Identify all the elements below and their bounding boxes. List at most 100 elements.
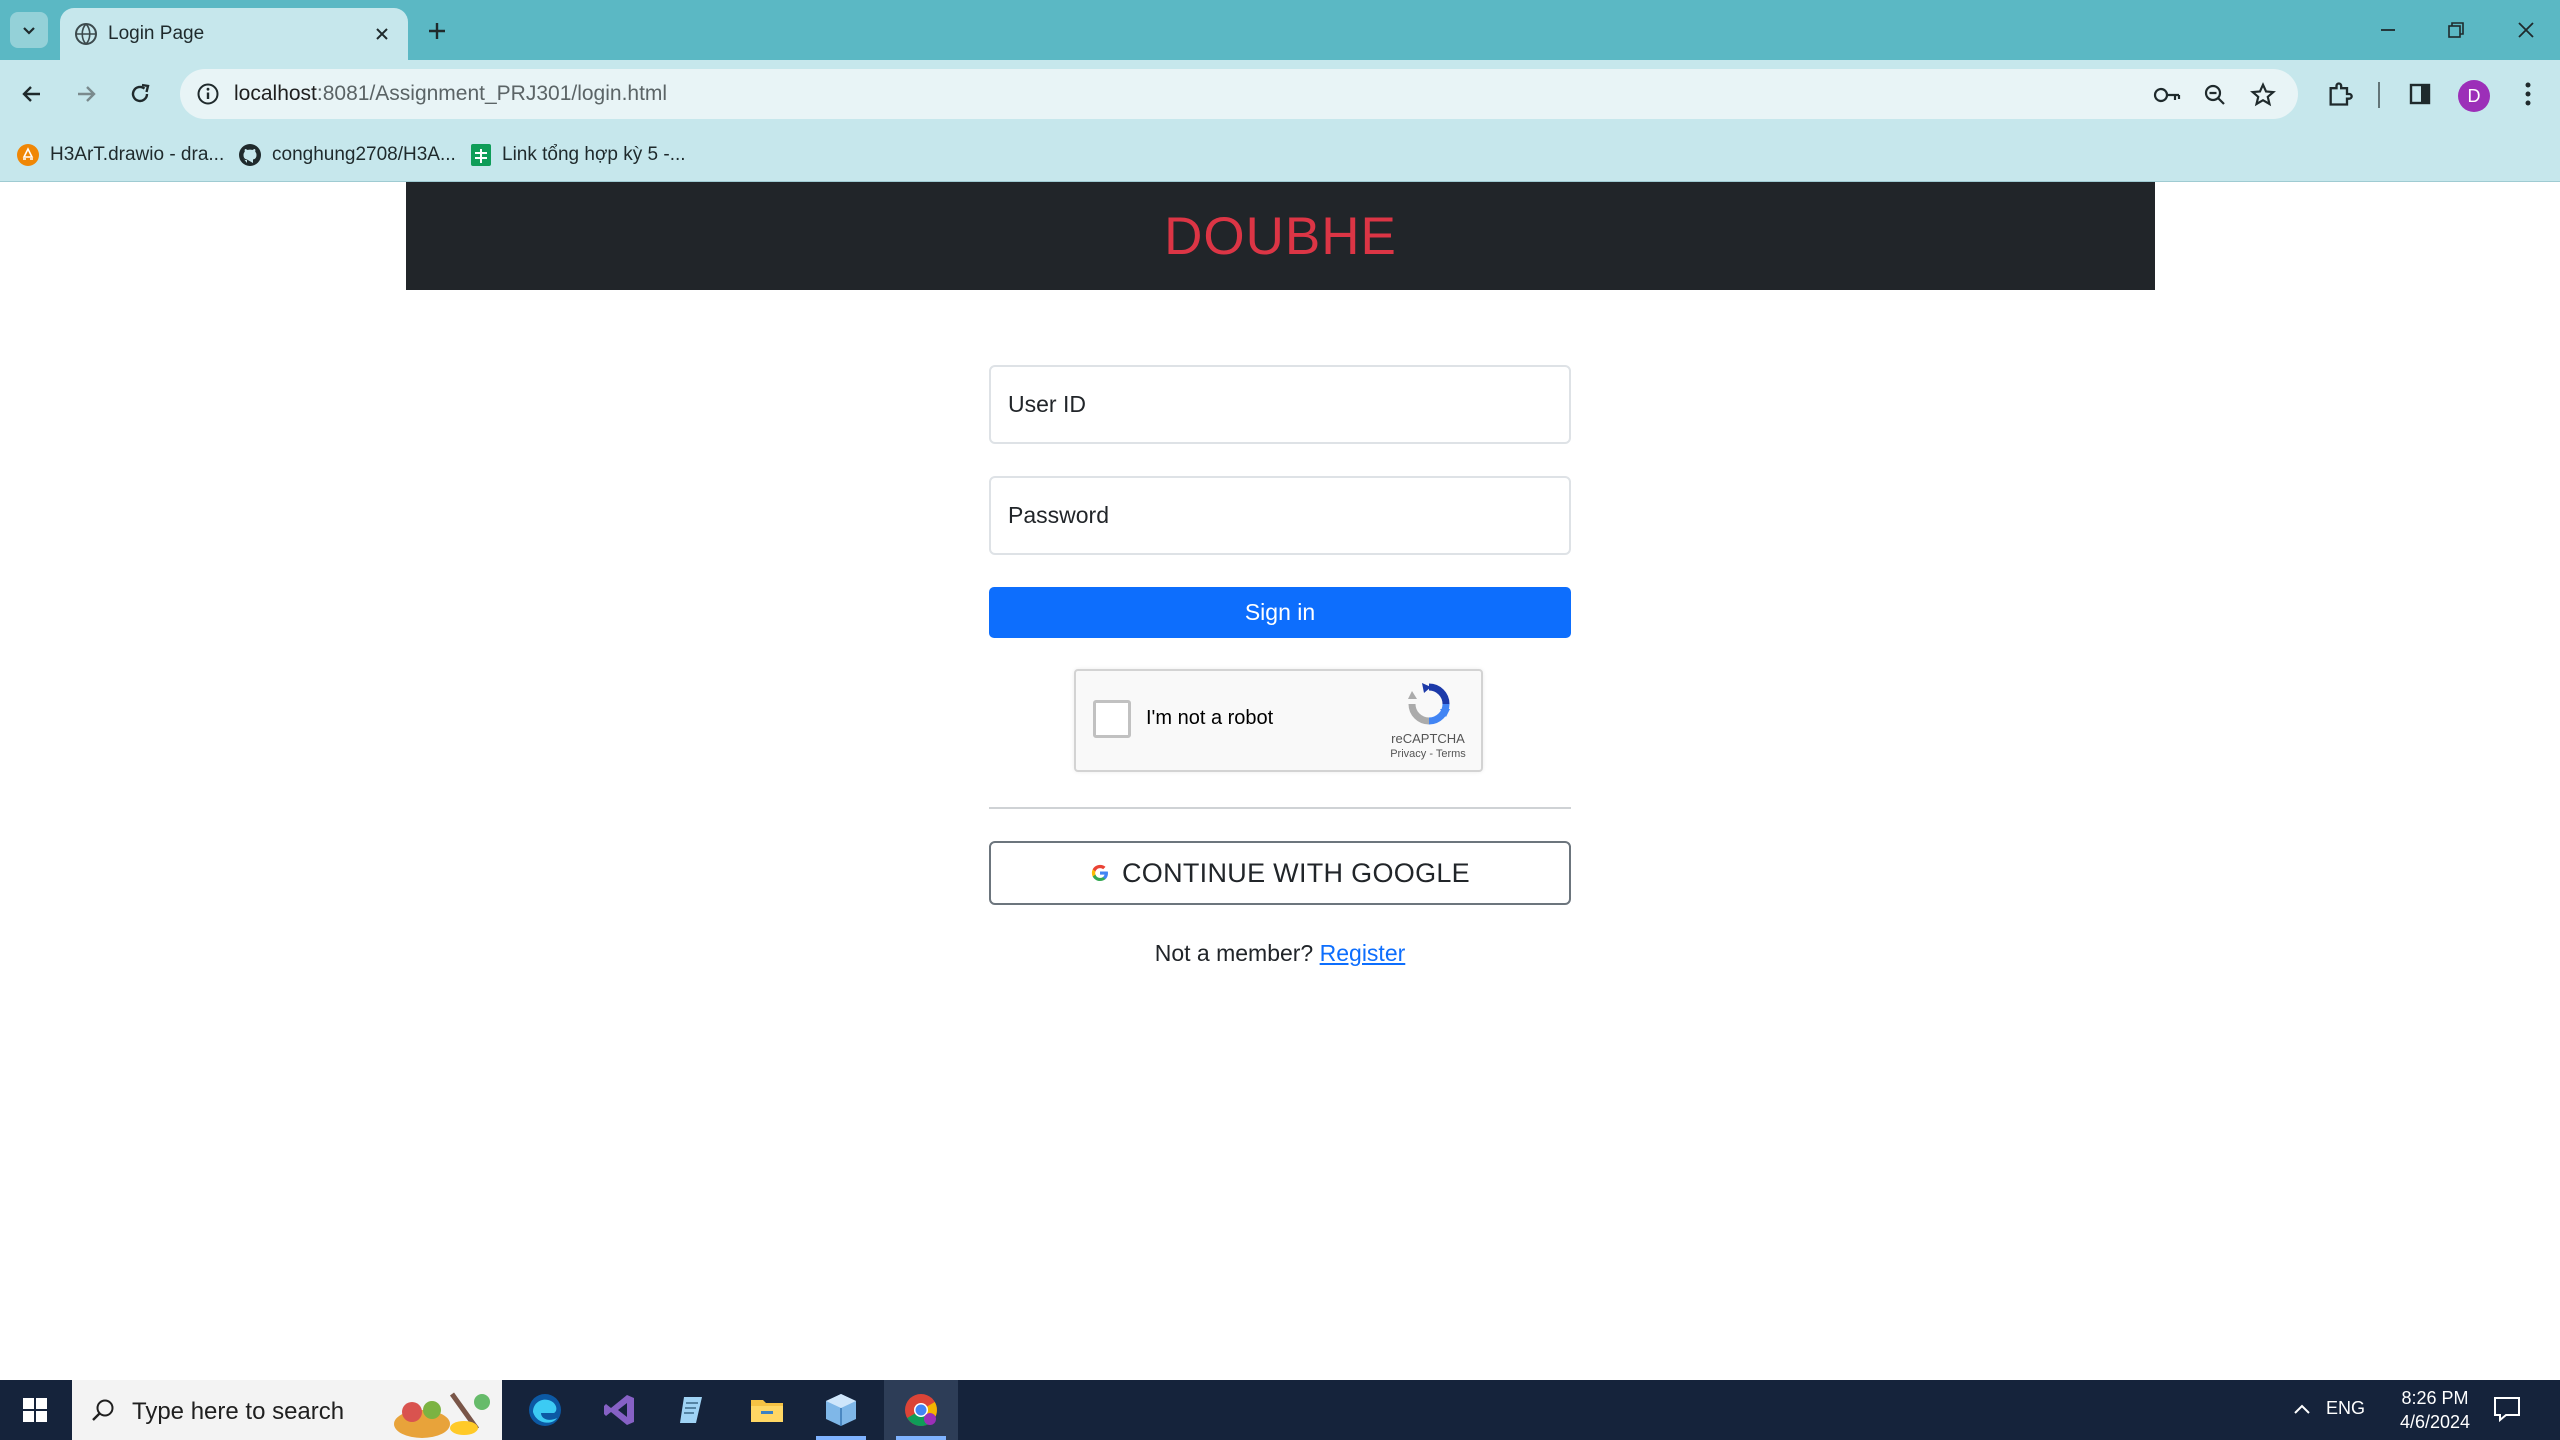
recaptcha-icon bbox=[1408, 683, 1450, 725]
google-icon bbox=[1091, 864, 1108, 881]
taskbar-search-box[interactable]: Type here to search bbox=[72, 1380, 502, 1440]
side-panel-icon bbox=[2409, 83, 2431, 105]
taskbar-chrome[interactable] bbox=[884, 1380, 958, 1440]
tab-close-button[interactable] bbox=[368, 20, 396, 48]
password-key-button[interactable] bbox=[2150, 78, 2184, 112]
bookmark-label: Link tổng hợp kỳ 5 -... bbox=[502, 144, 686, 165]
bookmarks-bar: H3ArT.drawio - dra... conghung2708/H3A..… bbox=[0, 128, 2560, 182]
userid-field[interactable] bbox=[989, 365, 1571, 444]
address-bar[interactable]: localhost:8081/Assignment_PRJ301/login.h… bbox=[180, 69, 2298, 119]
bookmark-star-button[interactable] bbox=[2246, 78, 2280, 112]
side-panel-button[interactable] bbox=[2400, 74, 2440, 114]
divider bbox=[989, 807, 1571, 809]
forward-button[interactable] bbox=[64, 72, 108, 116]
new-tab-button[interactable] bbox=[420, 14, 454, 48]
recaptcha-privacy-terms-links[interactable]: Privacy - Terms bbox=[1378, 748, 1478, 760]
url-text: localhost:8081/Assignment_PRJ301/login.h… bbox=[234, 82, 667, 106]
userid-input[interactable] bbox=[991, 367, 1569, 442]
password-input[interactable] bbox=[991, 478, 1569, 553]
tab-login-page[interactable]: Login Page bbox=[60, 8, 408, 60]
notepad-icon bbox=[680, 1397, 702, 1423]
start-button[interactable] bbox=[0, 1380, 70, 1440]
windows-taskbar: Type here to search ENG 8:26 PM 4/6/2024 bbox=[0, 1380, 2560, 1440]
url-path: :8081/Assignment_PRJ301/login.html bbox=[316, 82, 668, 105]
browser-toolbar: localhost:8081/Assignment_PRJ301/login.h… bbox=[0, 60, 2560, 128]
minimize-button[interactable] bbox=[2362, 8, 2414, 52]
signin-button[interactable]: Sign in bbox=[989, 587, 1571, 638]
zoom-button[interactable] bbox=[2198, 78, 2232, 112]
chrome-icon bbox=[905, 1394, 937, 1427]
drawio-icon bbox=[17, 144, 39, 166]
menu-button[interactable] bbox=[2508, 74, 2548, 114]
running-indicator bbox=[896, 1436, 946, 1440]
bookmark-label: conghung2708/H3A... bbox=[272, 144, 456, 165]
zoom-out-icon bbox=[2204, 84, 2225, 105]
visual-studio-icon bbox=[604, 1395, 634, 1425]
star-icon bbox=[2250, 82, 2276, 107]
profile-avatar[interactable]: D bbox=[2458, 80, 2490, 112]
extensions-button[interactable] bbox=[2320, 74, 2360, 114]
register-prompt: Not a member? Register bbox=[989, 940, 1571, 967]
input-language[interactable]: ENG bbox=[2326, 1398, 2365, 1419]
taskbar-notepad[interactable] bbox=[656, 1380, 730, 1440]
bookmark-item[interactable]: Link tổng hợp kỳ 5 -... bbox=[470, 141, 686, 169]
recaptcha-widget: I'm not a robot reCAPTCHA Privacy - Term… bbox=[1074, 669, 1483, 772]
not-a-member-text: Not a member? bbox=[1154, 940, 1314, 966]
reload-icon bbox=[131, 83, 150, 103]
back-button[interactable] bbox=[10, 72, 54, 116]
url-host: localhost bbox=[234, 82, 317, 105]
tab-search-button[interactable] bbox=[10, 12, 48, 48]
site-info-button[interactable] bbox=[192, 78, 224, 110]
windows-logo-icon bbox=[23, 1398, 47, 1422]
taskbar-edge[interactable] bbox=[508, 1380, 582, 1440]
taskbar-file-explorer[interactable] bbox=[730, 1380, 804, 1440]
restore-icon bbox=[2448, 22, 2464, 38]
recaptcha-label: I'm not a robot bbox=[1146, 707, 1274, 729]
toolbar-divider bbox=[2378, 82, 2380, 108]
search-icon bbox=[92, 1399, 114, 1421]
site-header: DOUBHE bbox=[406, 182, 2155, 290]
clock[interactable]: 8:26 PM 4/6/2024 bbox=[2380, 1386, 2490, 1434]
running-indicator bbox=[816, 1436, 866, 1440]
edge-icon bbox=[529, 1394, 561, 1426]
chevron-down-icon bbox=[23, 27, 35, 35]
taskbar-search-placeholder: Type here to search bbox=[132, 1398, 345, 1425]
chevron-up-icon bbox=[2294, 1404, 2310, 1414]
recaptcha-checkbox[interactable] bbox=[1093, 700, 1131, 738]
recaptcha-brand: reCAPTCHA bbox=[1391, 731, 1465, 746]
brand-logo-text[interactable]: DOUBHE bbox=[1164, 206, 1397, 267]
show-hidden-icons-button[interactable] bbox=[2290, 1398, 2314, 1422]
notification-icon bbox=[2494, 1397, 2520, 1423]
tab-strip: Login Page bbox=[0, 0, 2560, 60]
bookmark-item[interactable]: H3ArT.drawio - dra... bbox=[16, 141, 224, 169]
continue-with-google-label: CONTINUE WITH GOOGLE bbox=[1121, 857, 1470, 888]
arrow-right-icon bbox=[78, 86, 96, 102]
cube-icon bbox=[826, 1394, 856, 1426]
github-icon bbox=[239, 144, 261, 166]
puzzle-icon bbox=[2329, 82, 2353, 106]
more-vertical-icon bbox=[2525, 82, 2531, 106]
register-link[interactable]: Register bbox=[1320, 940, 1406, 966]
reload-button[interactable] bbox=[118, 72, 162, 116]
folder-icon bbox=[751, 1400, 783, 1422]
password-field[interactable] bbox=[989, 476, 1571, 555]
tab-title: Login Page bbox=[108, 23, 205, 44]
bookmark-label: H3ArT.drawio - dra... bbox=[50, 144, 225, 165]
action-center-button[interactable] bbox=[2492, 1394, 2524, 1426]
info-icon bbox=[197, 83, 219, 105]
restore-button[interactable] bbox=[2430, 8, 2482, 52]
taskbar-virtualbox[interactable] bbox=[804, 1380, 878, 1440]
key-icon bbox=[2153, 87, 2181, 103]
globe-icon bbox=[75, 23, 97, 45]
arrow-left-icon bbox=[22, 86, 40, 102]
minimize-icon bbox=[2381, 29, 2395, 31]
taskbar-visual-studio[interactable] bbox=[582, 1380, 656, 1440]
close-icon bbox=[2518, 22, 2534, 38]
plus-icon bbox=[429, 23, 445, 39]
continue-with-google-button[interactable]: CONTINUE WITH GOOGLE bbox=[989, 841, 1571, 905]
close-icon bbox=[376, 28, 388, 40]
search-highlight-illustration-icon bbox=[394, 1392, 490, 1438]
bookmark-item[interactable]: conghung2708/H3A... bbox=[238, 141, 456, 169]
google-sheets-icon bbox=[471, 144, 491, 166]
close-window-button[interactable] bbox=[2500, 8, 2552, 52]
